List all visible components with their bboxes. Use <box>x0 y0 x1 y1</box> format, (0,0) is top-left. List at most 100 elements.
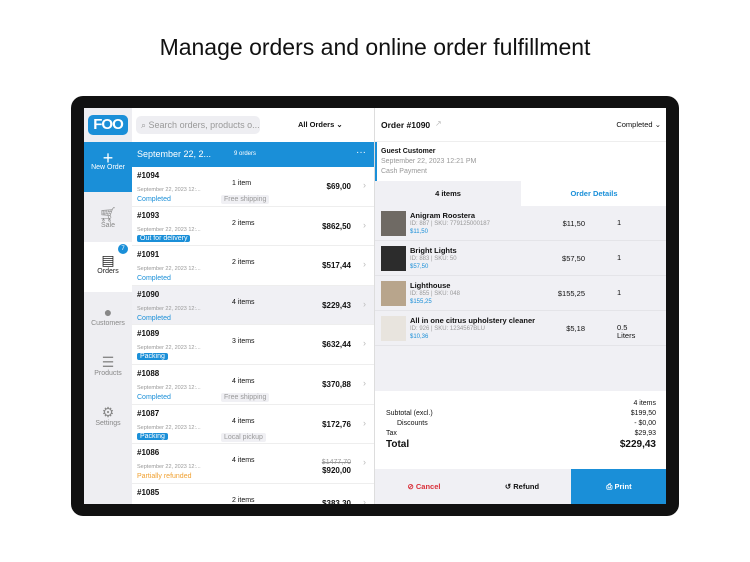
product-image <box>381 211 406 236</box>
line-item[interactable]: Bright Lights ID: 883 | SKU: 50 $57,50 $… <box>375 241 666 276</box>
cancel-icon: ⊘ <box>407 482 416 491</box>
product-image <box>381 281 406 306</box>
status-badge: Packing <box>137 353 168 361</box>
subtotal: $199,50 <box>630 410 656 417</box>
order-date: September 22, 2023 12:... <box>137 424 201 431</box>
total: $229,43 <box>619 439 656 450</box>
order-number: #1087 <box>137 408 160 418</box>
tab-order-details[interactable]: Order Details <box>521 181 666 206</box>
status-dropdown[interactable]: Completed ⌄ <box>616 120 661 129</box>
sidebar-item-customers[interactable]: ● Customers <box>84 294 132 344</box>
sidebar-item-sale[interactable]: 🛒︎ Sale <box>84 196 132 246</box>
refund-button[interactable]: ↺ Refund <box>473 469 571 504</box>
order-row[interactable]: #1094 September 22, 2023 12:... Complete… <box>132 167 374 207</box>
qty: 1 <box>617 218 622 227</box>
order-price: $862,50 <box>322 222 351 231</box>
sidebar-item-orders[interactable]: 7 ▤ Orders <box>84 242 132 292</box>
quantity: 1 <box>617 289 621 297</box>
order-row[interactable]: #1085 2 items $383,30 › <box>132 483 374 504</box>
order-number: #1086 <box>137 448 160 458</box>
chevron-right-icon: › <box>363 219 366 230</box>
refund-icon: ↺ <box>504 482 514 491</box>
new-order-label: New Order <box>91 164 125 171</box>
line-item[interactable]: Lighthouse ID: 855 | SKU: 048 $155,25 $1… <box>375 276 666 311</box>
item-count: 4 items <box>232 457 255 465</box>
search-input[interactable]: ⌕ Search orders, products o... <box>136 116 260 134</box>
shipping-tag: Local pickup <box>221 432 266 442</box>
order-price: $172,76 <box>322 420 351 429</box>
price: $383,30 <box>322 498 351 504</box>
price: $632,44 <box>322 340 351 350</box>
orders-filter-dropdown[interactable]: All Orders ⌄ <box>298 120 343 129</box>
order-price: $383,30 <box>322 499 351 504</box>
detail-header: Order #1090 ↗ Completed ⌄ <box>375 108 666 142</box>
order-row[interactable]: #1088 September 22, 2023 12:... Complete… <box>132 365 374 405</box>
price: $172,76 <box>322 419 351 429</box>
line-item[interactable]: Anigram Roostera ID: 887 | SKU: 77912500… <box>375 206 666 241</box>
orders-badge: 7 <box>118 244 128 254</box>
sidebar-item-settings[interactable]: ⚙ Settings <box>84 394 132 444</box>
printer-icon: ⎙ <box>606 482 615 491</box>
order-date: September 22, 2023 12:... <box>137 226 201 233</box>
plus-icon: + <box>102 148 114 168</box>
chevron-right-icon: › <box>363 457 366 468</box>
item-count: 2 items <box>232 259 255 267</box>
order-price: $69,00 <box>327 182 351 191</box>
chevron-down-icon: ⌄ <box>336 120 343 129</box>
tab-items[interactable]: 4 items <box>375 181 521 206</box>
order-row[interactable]: #1089 September 22, 2023 12:... Packing … <box>132 325 374 365</box>
print-button[interactable]: ⎙ Print <box>571 469 666 504</box>
more-icon[interactable]: ··· <box>356 147 366 158</box>
new-order-button[interactable]: + New Order <box>84 142 132 192</box>
order-date: September 22, 2023 12:... <box>137 345 201 352</box>
order-row[interactable]: #1090 September 22, 2023 12:... Complete… <box>132 285 374 326</box>
total-label: Total <box>386 439 410 450</box>
label: Settings <box>95 420 121 427</box>
product-id: ID: 855 | SKU: 048 <box>410 291 460 297</box>
sidebar: FOO + New Order 🛒︎ Sale 7 ▤ Orders ● Customer… <box>84 108 132 504</box>
line-item[interactable]: All in one citrus upholstery cleaner ID:… <box>375 311 666 346</box>
qty: 1 <box>617 253 622 262</box>
external-link-icon[interactable]: ↗ <box>435 119 442 128</box>
price: $920,00 <box>322 466 351 476</box>
product-id: ID: 887 | SKU: 779125000187 <box>410 221 490 227</box>
order-date: September 22, 2023 12:... <box>137 305 201 312</box>
qty-unit: Liters <box>617 331 636 340</box>
order-row[interactable]: #1087 September 22, 2023 12:... Packing … <box>132 404 374 445</box>
group-date: September 22, 2... <box>137 149 212 159</box>
headline: Manage orders and online order fulfillme… <box>159 34 591 60</box>
cancel-button[interactable]: ⊘ Cancel <box>375 469 473 504</box>
status-badge: Partially refunded <box>137 473 192 481</box>
order-summary: 4 items Subtotal (excl.) $199,50 Discount… <box>375 391 666 469</box>
status-badge: Completed <box>137 314 171 322</box>
item-count: 1 item <box>232 180 252 187</box>
order-date: September 22, 2023 12:... <box>137 464 201 471</box>
order-price: $229,43 <box>322 301 351 310</box>
item-count: 4 items <box>232 298 255 306</box>
chevron-right-icon: › <box>363 298 366 309</box>
cancel-label: Cancel <box>415 482 441 491</box>
order-price: $632,44 <box>322 340 351 349</box>
order-row[interactable]: #1086 September 22, 2023 12:... Partiall… <box>132 444 374 484</box>
order-number: #1094 <box>137 171 160 180</box>
payment-method: Cash Payment <box>381 168 427 175</box>
quantity: 1 <box>617 219 621 227</box>
unit-price: $57,50 <box>410 264 429 270</box>
order-row[interactable]: #1091 September 22, 2023 12:... Complete… <box>132 246 374 286</box>
price: $229,43 <box>322 300 351 310</box>
order-price: $517,44 <box>322 261 351 270</box>
product-name: Bright Lights <box>410 246 457 255</box>
gear-icon: ⚙ <box>101 404 115 420</box>
item-count: 2 items <box>232 219 255 227</box>
sidebar-item-products[interactable]: ☰ Products <box>84 344 132 394</box>
line-price: $5,18 <box>566 324 585 333</box>
order-row[interactable]: #1093 September 22, 2023 12:... Out for … <box>132 206 374 247</box>
status-badge: Completed <box>137 275 171 283</box>
status-label: Completed <box>616 120 653 129</box>
chevron-right-icon: › <box>363 338 366 349</box>
order-price: $370,88 <box>322 380 351 389</box>
list-icon: ☰ <box>101 354 115 370</box>
order-number: #1091 <box>137 250 160 260</box>
chevron-right-icon: › <box>363 496 366 504</box>
order-title: Order #1090 <box>381 120 431 130</box>
